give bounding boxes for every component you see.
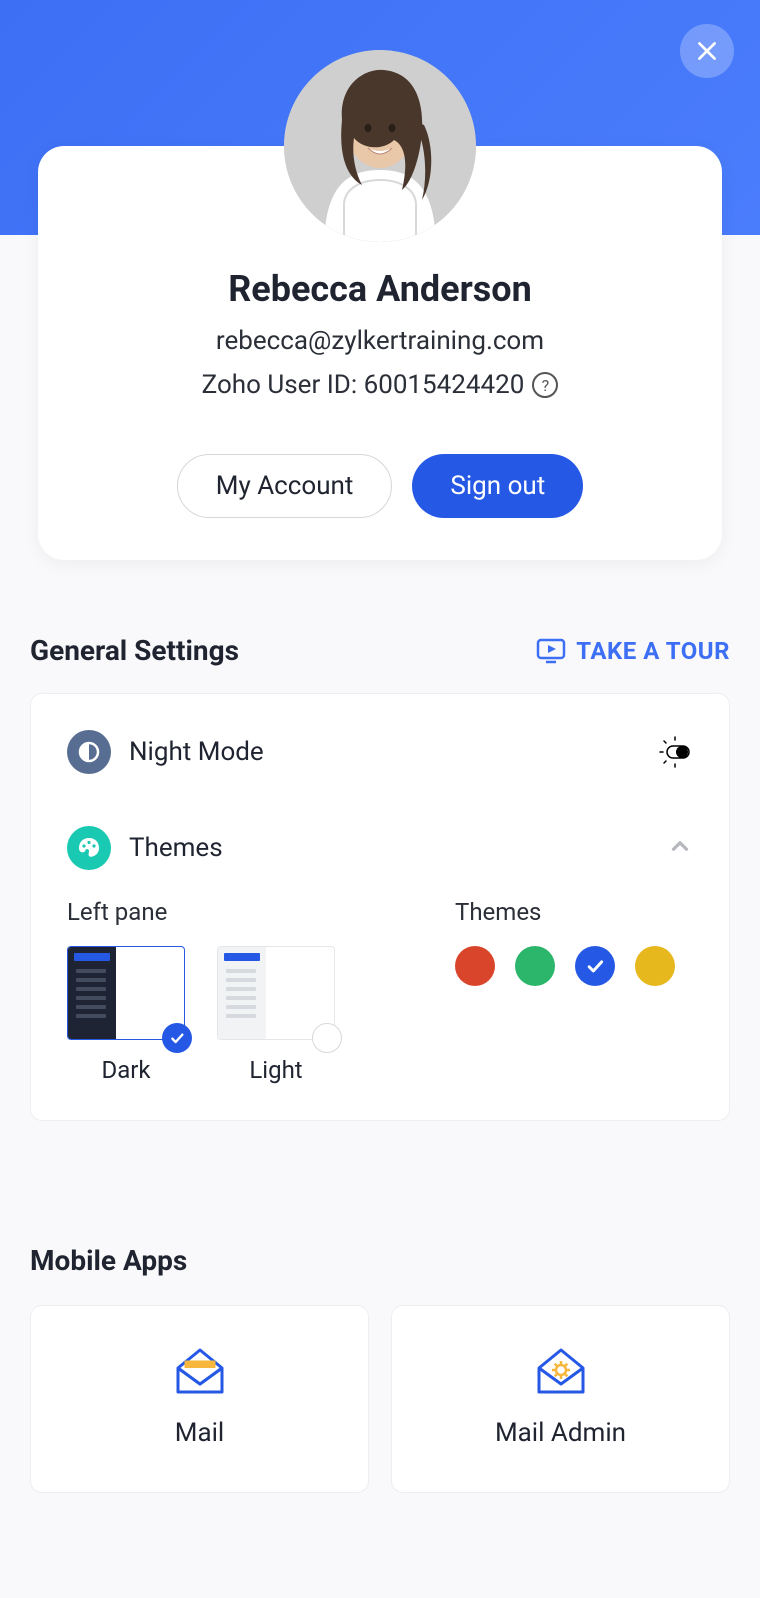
user-email: rebecca@zylkertraining.com bbox=[68, 326, 692, 356]
mail-app-label: Mail bbox=[175, 1418, 225, 1448]
left-pane-dark-option[interactable]: Dark bbox=[67, 946, 185, 1084]
night-mode-row: Night Mode bbox=[67, 730, 693, 774]
check-icon bbox=[162, 1023, 192, 1053]
themes-body: Left pane Dark bbox=[67, 898, 693, 1084]
close-icon bbox=[694, 38, 720, 64]
chevron-up-icon bbox=[667, 833, 693, 859]
help-icon[interactable]: ? bbox=[532, 372, 558, 398]
mail-icon bbox=[172, 1346, 228, 1394]
mail-admin-icon bbox=[533, 1346, 589, 1394]
take-a-tour-link[interactable]: TAKE A TOUR bbox=[536, 637, 730, 665]
left-pane-title: Left pane bbox=[67, 898, 335, 926]
sign-out-button[interactable]: Sign out bbox=[412, 454, 583, 518]
theme-swatch-red[interactable] bbox=[455, 946, 495, 986]
check-icon bbox=[585, 956, 605, 976]
profile-card: Rebecca Anderson rebecca@zylkertraining.… bbox=[38, 146, 722, 560]
avatar-image bbox=[284, 50, 476, 242]
avatar bbox=[284, 50, 476, 242]
user-id: Zoho User ID: 60015424420 bbox=[202, 370, 525, 400]
mail-admin-app-label: Mail Admin bbox=[495, 1418, 626, 1448]
night-mode-toggle[interactable] bbox=[657, 734, 693, 770]
my-account-button[interactable]: My Account bbox=[177, 454, 393, 518]
theme-swatch-blue[interactable] bbox=[575, 946, 615, 986]
general-settings-title: General Settings bbox=[30, 634, 239, 667]
user-id-row: Zoho User ID: 60015424420 ? bbox=[202, 370, 559, 400]
mobile-apps-section: Mobile Apps Mail bbox=[30, 1244, 730, 1493]
play-icon bbox=[536, 637, 566, 665]
theme-swatch-yellow[interactable] bbox=[635, 946, 675, 986]
color-swatches bbox=[455, 946, 675, 986]
left-pane-light-option[interactable]: Light bbox=[217, 946, 335, 1084]
themes-row: Themes bbox=[67, 826, 693, 870]
theme-colors-column: Themes bbox=[455, 898, 675, 1084]
pane-dark-label: Dark bbox=[101, 1056, 150, 1084]
mobile-apps-title: Mobile Apps bbox=[30, 1244, 730, 1277]
tour-label: TAKE A TOUR bbox=[576, 637, 730, 665]
night-mode-label: Night Mode bbox=[129, 737, 639, 767]
general-settings-section: General Settings TAKE A TOUR Night Mode bbox=[30, 634, 730, 1121]
sun-toggle-icon bbox=[657, 734, 693, 770]
settings-card: Night Mode The bbox=[30, 693, 730, 1121]
left-pane-column: Left pane Dark bbox=[67, 898, 335, 1084]
theme-swatch-green[interactable] bbox=[515, 946, 555, 986]
night-mode-icon bbox=[67, 730, 111, 774]
mail-admin-app-card[interactable]: Mail Admin bbox=[391, 1305, 730, 1493]
user-name: Rebecca Anderson bbox=[68, 268, 692, 310]
mail-app-card[interactable]: Mail bbox=[30, 1305, 369, 1493]
themes-collapse-toggle[interactable] bbox=[667, 833, 693, 863]
theme-colors-title: Themes bbox=[455, 898, 675, 926]
themes-icon bbox=[67, 826, 111, 870]
pane-light-preview bbox=[217, 946, 335, 1040]
unchecked-icon bbox=[312, 1023, 342, 1053]
close-button[interactable] bbox=[680, 24, 734, 78]
themes-label: Themes bbox=[129, 833, 649, 863]
pane-light-label: Light bbox=[249, 1056, 302, 1084]
pane-dark-preview bbox=[67, 946, 185, 1040]
